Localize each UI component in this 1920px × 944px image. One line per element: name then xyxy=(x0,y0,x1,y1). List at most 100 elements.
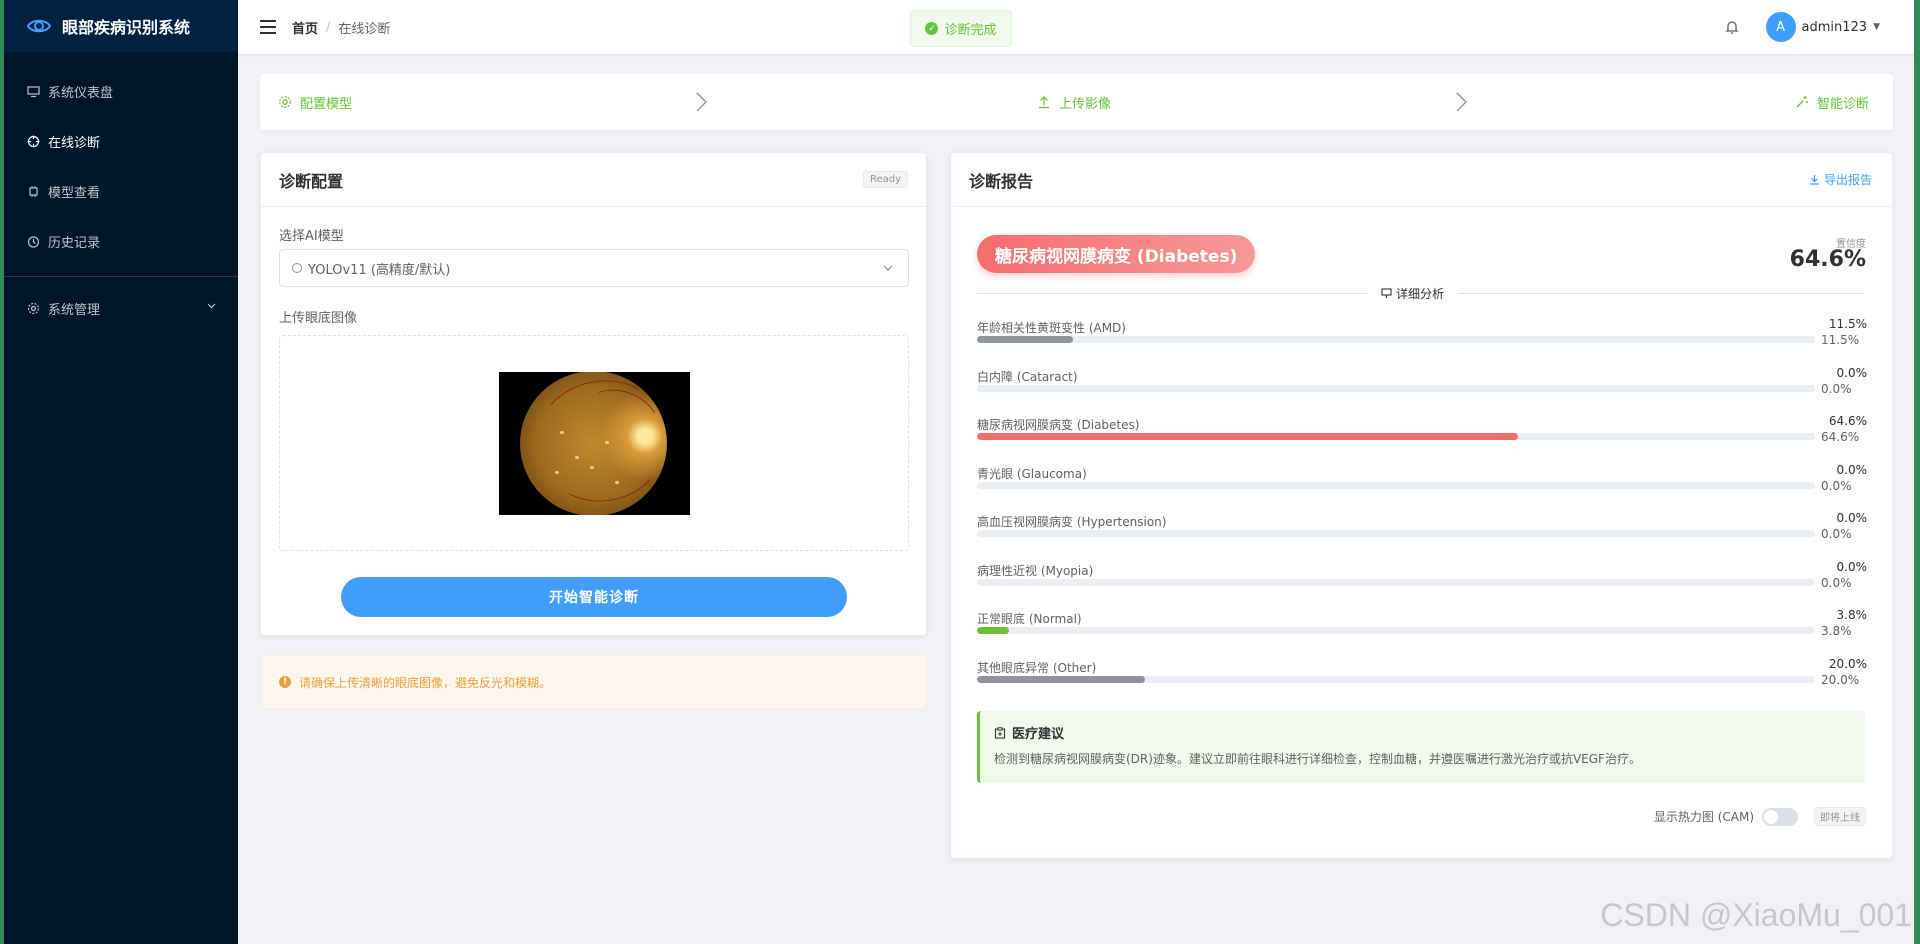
probability-bar-fill xyxy=(977,336,1074,343)
coming-soon-badge: 即将上线 xyxy=(1814,807,1866,826)
chevron-right-icon xyxy=(696,92,707,112)
sidebar-item-online-diagnosis[interactable]: 在线诊断 xyxy=(4,116,238,166)
chevron-right-icon xyxy=(1456,92,1467,112)
advice-text: 检测到糖尿病视网膜病变(DR)迹象。建议立即前往眼科进行详细检查，控制血糖，并遵… xyxy=(994,752,1641,766)
bell-icon[interactable] xyxy=(1724,19,1740,35)
probability-row: 年龄相关性黄斑变性 (AMD) 11.5% 11.5% xyxy=(977,317,1867,363)
progress-steps: 配置模型 上传影像 智能诊断 xyxy=(260,74,1893,130)
top-header: 首页 / 在线诊断 ✓ 诊断完成 A admin123 ▼ xyxy=(238,0,1914,54)
probability-bar-track xyxy=(977,675,1815,683)
chevron-down-icon xyxy=(883,265,893,271)
probability-percent-top: 0.0% xyxy=(1836,365,1868,380)
sidebar-divider xyxy=(4,276,238,277)
toast-text: 诊断完成 xyxy=(944,23,997,38)
probability-bar-track xyxy=(977,481,1815,489)
monitor-icon xyxy=(26,84,40,98)
probability-bar-track xyxy=(977,433,1815,440)
probability-name: 白内障 (Cataract) xyxy=(977,369,1078,384)
probability-percent-top: 11.5% xyxy=(1828,317,1867,331)
probability-percent: 11.5% xyxy=(1821,333,1860,347)
card-header: 诊断报告 导出报告 xyxy=(951,153,1892,207)
probability-bar-track xyxy=(977,530,1815,537)
upload-icon xyxy=(1037,95,1051,109)
probability-bar-track xyxy=(977,384,1815,392)
clipboard-icon xyxy=(994,726,1006,739)
warning-alert: ! 请确保上传清晰的眼底图像，避免反光和模糊。 xyxy=(260,655,927,709)
sidebar-item-dashboard[interactable]: 系统仪表盘 xyxy=(4,66,238,116)
card-title: 诊断报告 xyxy=(969,171,1034,191)
confidence-value: 64.6% xyxy=(1789,247,1866,272)
sidebar-item-label: 历史记录 xyxy=(48,235,101,251)
cam-toggle-switch[interactable] xyxy=(1762,807,1798,826)
caret-down-icon[interactable]: ▼ xyxy=(1873,22,1880,32)
breadcrumb-current: 在线诊断 xyxy=(338,21,391,37)
sidebar: 眼部疾病识别系统 系统仪表盘 在线诊断 模型查看 历史记录 系统管理 xyxy=(4,0,238,944)
probability-percent: 3.8% xyxy=(1821,624,1852,638)
probability-row: 病理性近视 (Myopia) 0.0% 0.0% xyxy=(977,559,1868,606)
sidebar-item-label: 在线诊断 xyxy=(48,135,101,151)
analysis-heading: 详细分析 xyxy=(1367,285,1459,302)
model-select[interactable]: YOLOv11 (高精度/默认) xyxy=(279,249,909,287)
app-logo[interactable]: 眼部疾病识别系统 xyxy=(4,0,238,52)
sidebar-item-history[interactable]: 历史记录 xyxy=(4,216,238,266)
model-label: 选择AI模型 xyxy=(279,229,344,244)
probability-name: 年龄相关性黄斑变性 (AMD) xyxy=(977,321,1126,335)
chevron-down-icon xyxy=(207,303,216,309)
medical-advice-box: 医疗建议 检测到糖尿病视网膜病变(DR)迹象。建议立即前往眼科进行详细检查，控制… xyxy=(977,711,1865,783)
advice-title: 医疗建议 xyxy=(1012,727,1065,742)
warning-icon: ! xyxy=(279,676,291,688)
probability-row: 青光眼 (Glaucoma) 0.0% 0.0% xyxy=(977,462,1868,509)
export-label: 导出报告 xyxy=(1823,173,1872,187)
menu-toggle-icon[interactable] xyxy=(260,20,276,34)
chip-icon xyxy=(26,184,40,198)
breadcrumb-home[interactable]: 首页 xyxy=(292,18,318,37)
probability-bar-fill xyxy=(977,627,1009,634)
breadcrumb: 首页 / 在线诊断 xyxy=(292,18,390,37)
probability-bar-track xyxy=(977,578,1815,586)
diagnosis-config-card: 诊断配置 Ready 选择AI模型 YOLOv11 (高精度/默认) 上传眼底图… xyxy=(260,152,927,636)
probability-row: 其他眼底异常 (Other) 20.0% 20.0% xyxy=(977,657,1867,703)
gear-icon xyxy=(26,301,40,315)
diagnosis-result-tag: 糖尿病视网膜病变 (Diabetes) xyxy=(977,235,1256,273)
alert-text: 请确保上传清晰的眼底图像，避免反光和模糊。 xyxy=(299,675,552,690)
breadcrumb-separator: / xyxy=(326,19,331,35)
avatar[interactable]: A xyxy=(1765,12,1796,42)
sidebar-item-system-management[interactable]: 系统管理 xyxy=(4,283,238,333)
sidebar-item-label: 模型查看 xyxy=(48,185,101,201)
window-edge-right xyxy=(1914,0,1920,944)
probability-row: 正常眼底 (Normal) 3.8% 3.8% xyxy=(977,608,1868,654)
app-title: 眼部疾病识别系统 xyxy=(62,18,191,37)
magic-wand-icon xyxy=(1795,95,1809,109)
probability-percent-top: 64.6% xyxy=(1828,414,1867,428)
sidebar-item-label: 系统仪表盘 xyxy=(48,85,114,101)
analysis-label: 详细分析 xyxy=(1396,287,1445,301)
card-title: 诊断配置 xyxy=(279,171,344,191)
probability-percent: 20.0% xyxy=(1821,672,1860,687)
probability-percent-top: 0.0% xyxy=(1836,559,1868,574)
sidebar-item-models[interactable]: 模型查看 xyxy=(4,166,238,216)
probability-percent-top: 0.0% xyxy=(1836,511,1868,525)
username[interactable]: admin123 xyxy=(1802,20,1868,35)
status-badge: Ready xyxy=(862,171,908,188)
step-label: 配置模型 xyxy=(300,96,353,112)
model-select-value: YOLOv11 (高精度/默认) xyxy=(308,262,451,278)
check-circle-icon: ✓ xyxy=(925,22,939,35)
probability-percent: 64.6% xyxy=(1821,430,1860,444)
gear-icon xyxy=(278,95,292,109)
export-report-button[interactable]: 导出报告 xyxy=(1809,171,1872,188)
probability-percent: 0.0% xyxy=(1821,381,1852,396)
probability-name: 高血压视网膜病变 (Hypertension) xyxy=(977,515,1167,529)
probability-row: 白内障 (Cataract) 0.0% 0.0% xyxy=(977,365,1868,412)
probability-bar-fill xyxy=(977,433,1519,440)
probability-name: 糖尿病视网膜病变 (Diabetes) xyxy=(977,418,1140,432)
image-upload-area[interactable] xyxy=(279,335,909,551)
sidebar-menu: 系统仪表盘 在线诊断 模型查看 历史记录 系统管理 xyxy=(4,52,238,333)
download-icon xyxy=(1809,175,1819,185)
eye-icon xyxy=(26,19,52,33)
step-label: 智能诊断 xyxy=(1817,96,1870,112)
probability-bar-track xyxy=(977,627,1815,634)
start-diagnosis-button[interactable]: 开始智能诊断 xyxy=(341,577,847,617)
cam-label: 显示热力图 (CAM) xyxy=(1653,810,1754,824)
probability-percent-top: 3.8% xyxy=(1836,608,1868,622)
probability-percent-top: 0.0% xyxy=(1836,462,1868,477)
